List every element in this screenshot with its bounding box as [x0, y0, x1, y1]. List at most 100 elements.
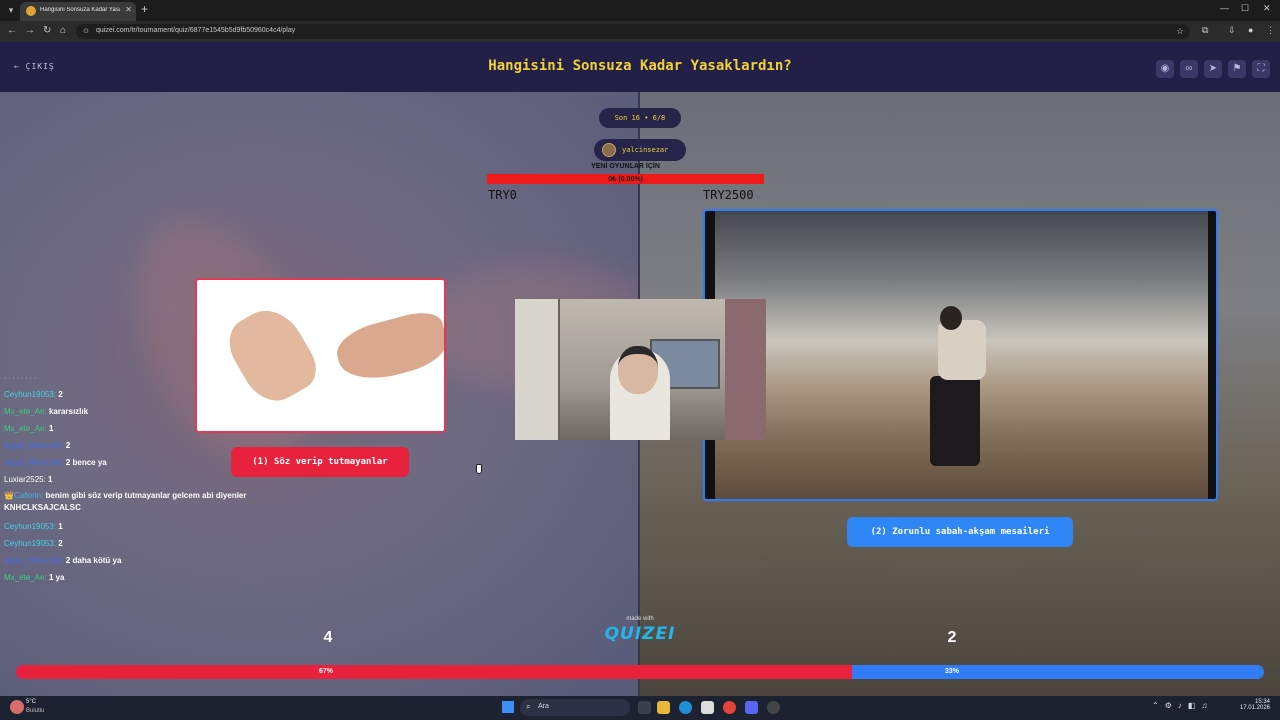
chat-username[interactable]: Ceyhun19053: [4, 539, 56, 548]
quiz-title: Hangisini Sonsuza Kadar Yasaklardın? [488, 58, 792, 74]
profile-icon[interactable]: ● [1248, 25, 1253, 35]
back-button[interactable]: ← [7, 25, 17, 36]
webcam-shelf [725, 299, 766, 440]
mouse-cursor-icon [476, 464, 482, 474]
chat-username[interactable]: argus_Minecraft: [4, 556, 64, 565]
chat-username[interactable]: Ceyhun19053: [4, 390, 56, 399]
flag-icon[interactable]: ⚑ [1228, 60, 1246, 78]
task-view-icon[interactable] [638, 701, 651, 714]
chat-text: 1 ya [48, 573, 65, 582]
send-icon[interactable]: ➤ [1204, 60, 1222, 78]
chat-message: Ceyhun19053: 2 [4, 535, 254, 552]
weather-icon[interactable] [10, 700, 24, 714]
chat-top-dots: · · · · · · · · [4, 375, 37, 382]
start-button-icon[interactable] [502, 701, 514, 713]
fullscreen-icon[interactable]: ⛶ [1252, 60, 1270, 78]
chat-text: kararsızlık [48, 407, 89, 416]
search-icon: ⌕ [526, 702, 531, 711]
chat-username[interactable]: Luxiar2525: [4, 475, 46, 484]
tab-close-icon[interactable]: ✕ [125, 5, 132, 14]
option-1-vote-count: 4 [323, 629, 333, 646]
store-icon[interactable] [701, 701, 714, 714]
downloads-icon[interactable]: ⇩ [1228, 25, 1236, 36]
quiz-stage: Son 16 • 6/8 yalcinsezar YENİ OYUNLAR İÇ… [0, 92, 1280, 696]
chat-text: 1 [48, 475, 53, 484]
chat-username[interactable]: argus_Minecraft: [4, 458, 64, 467]
menu-icon[interactable]: ⋮ [1266, 25, 1275, 36]
chat-username[interactable]: Mx_ete_Ae: [4, 424, 47, 433]
chat-text: 2 [65, 441, 71, 450]
eye-icon[interactable]: ◉ [1156, 60, 1174, 78]
forward-button[interactable]: → [25, 25, 35, 36]
chat-username[interactable]: Ceyhun19053: [4, 522, 56, 531]
chat-username[interactable]: argus_Minecraft: [4, 441, 64, 450]
chat-message: argus_Minecraft: 2 daha kötü ya [4, 552, 254, 569]
chat-text: 2 daha kötü ya [65, 556, 122, 565]
home-button[interactable]: ⌂ [60, 25, 66, 36]
chat-text: 1 [48, 424, 54, 433]
chat-text: 1 [58, 522, 63, 531]
user-badge: yalcinsezar [594, 139, 686, 161]
clock[interactable]: 15:34 17.01.2026 [1240, 699, 1270, 711]
windows-taskbar: 5°C Bulutlu ⌕ Ara ⌃⚙♪◧♫ 15:34 17.01.2026 [0, 696, 1280, 720]
weather-temp: 5°C [26, 699, 37, 705]
donation-min: TRY0 [488, 188, 517, 202]
tab-list-button[interactable]: ▾ [4, 3, 18, 17]
chat-message: Ceyhun19053: 2 [4, 386, 254, 403]
webcam-head [618, 346, 658, 394]
sad-man-photo [715, 211, 1208, 499]
clock-date: 17.01.2026 [1239, 705, 1270, 711]
option-1-button[interactable]: (1) Söz verip tutmayanlar [231, 447, 409, 477]
chrome-icon[interactable] [723, 701, 736, 714]
extensions-icon[interactable]: ⧉ [1202, 25, 1208, 36]
address-bar[interactable]: ⊙ quizei.com/tr/tournament/quiz/6877e154… [76, 24, 1190, 39]
window-close-button[interactable]: ✕ [1263, 3, 1271, 14]
edge-icon[interactable] [679, 701, 692, 714]
chat-message: Mx_ete_Ae: 1 ya [4, 569, 254, 586]
chat-username[interactable]: Mx_ete_Ae: [4, 573, 47, 582]
vote-split-bar: 67% 33% [16, 665, 1264, 679]
webcam-door [515, 299, 560, 440]
chat-username[interactable]: 👑Callorin: [4, 491, 43, 500]
browser-tab-strip: ▾ Hangisini Sonsuza Kadar Yasakl... ✕ + … [0, 0, 1280, 21]
url-text[interactable]: quizei.com/tr/tournament/quiz/6877e1545b… [96, 27, 295, 34]
tab-title: Hangisini Sonsuza Kadar Yasakl... [40, 7, 120, 13]
reaching-hand-image [331, 306, 444, 389]
made-with-label: made with [626, 616, 654, 622]
donation-progress-bar: 0₺ (0.00%) [487, 174, 764, 184]
chat-message: Ceyhun19053: 1 [4, 518, 254, 535]
taskbar-search[interactable]: ⌕ Ara [520, 699, 630, 716]
figure-legs [930, 376, 980, 466]
file-explorer-icon[interactable] [657, 701, 670, 714]
round-indicator: Son 16 • 6/8 [599, 108, 681, 128]
link-icon[interactable]: ∞ [1180, 60, 1198, 78]
option-2-image[interactable] [703, 209, 1218, 501]
reload-button[interactable]: ↻ [43, 25, 51, 36]
weather-desc: Bulutlu [26, 708, 45, 714]
option-2-percent: 33% [944, 668, 959, 675]
option-2-button[interactable]: (2) Zorunlu sabah-akşam mesaileri [847, 517, 1073, 547]
chat-overlay: · · · · · · · · Ceyhun19053: 2 Mx_ete_Ae:… [4, 374, 254, 586]
system-tray-icons[interactable]: ⌃⚙♪◧♫ [1152, 701, 1213, 710]
browser-toolbar: ← → ↻ ⌂ ⊙ quizei.com/tr/tournament/quiz/… [0, 21, 1280, 42]
header-actions: ◉ ∞ ➤ ⚑ ⛶ [1150, 58, 1270, 78]
obs-icon[interactable] [767, 701, 780, 714]
chat-message: Mx_ete_Ae: kararsızlık [4, 403, 254, 420]
browser-tab[interactable]: Hangisini Sonsuza Kadar Yasakl... ✕ [20, 2, 136, 21]
minimize-button[interactable]: — [1220, 3, 1229, 13]
maximize-button[interactable]: ☐ [1241, 3, 1249, 14]
site-info-icon[interactable]: ⊙ [83, 27, 89, 35]
chat-message: 👑Callorin: benim gibi söz verip tutmayan… [4, 488, 254, 518]
option-2-vote-count: 2 [947, 629, 957, 646]
chat-username[interactable]: Mx_ete_Ae: [4, 407, 47, 416]
chat-text: 2 bence ya [65, 458, 107, 467]
new-tab-button[interactable]: + [141, 2, 148, 16]
search-placeholder: Ara [538, 703, 549, 710]
quizei-logo[interactable]: QUIZEI [600, 624, 680, 644]
chat-message: Mx_ete_Ae: 1 [4, 420, 254, 437]
discord-icon[interactable] [745, 701, 758, 714]
chat-message-list: Ceyhun19053: 2 Mx_ete_Ae: kararsızlık Mx_e… [4, 386, 254, 586]
quizei-favicon-icon [26, 6, 36, 16]
bookmark-star-icon[interactable]: ☆ [1176, 26, 1184, 37]
streamer-webcam [515, 299, 766, 440]
